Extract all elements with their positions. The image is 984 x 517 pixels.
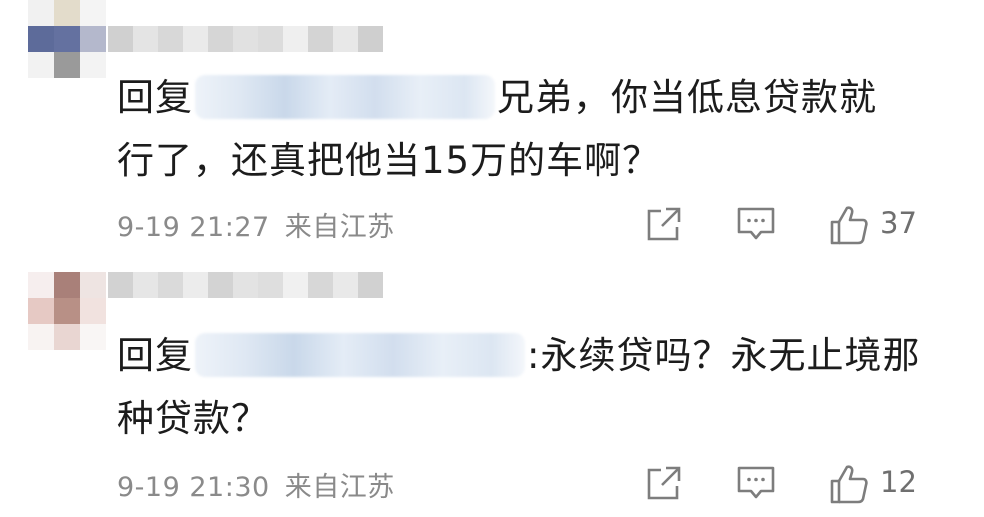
reply-prefix: 回复 — [117, 76, 193, 119]
username[interactable] — [108, 26, 383, 52]
avatar[interactable] — [28, 0, 106, 78]
username[interactable] — [108, 272, 383, 298]
timestamp: 9-19 21:27 — [117, 212, 270, 243]
comment-item: 回复 :永续贷吗？永无止境那 种贷款？ 9-19 21:30 来自江苏 12 — [0, 260, 984, 517]
mention-username[interactable] — [195, 332, 525, 377]
comment-item: 回复 兄弟，你当低息贷款就 行了，还真把他当15万的车啊？ 9-19 21:27 … — [0, 0, 984, 258]
share-icon[interactable] — [644, 204, 684, 244]
comment-meta: 9-19 21:27 来自江苏 — [117, 205, 395, 244]
share-icon[interactable] — [644, 463, 684, 503]
comment-text-line2: 种贷款？ — [117, 397, 269, 440]
comment-meta: 9-19 21:30 来自江苏 — [117, 465, 395, 504]
avatar[interactable] — [28, 272, 106, 350]
comment-icon[interactable] — [736, 463, 776, 503]
reply-prefix: 回复 — [117, 334, 193, 377]
location: 来自江苏 — [284, 212, 395, 243]
like-count: 12 — [880, 465, 917, 499]
comment-text-line1: 兄弟，你当低息贷款就 — [497, 76, 877, 119]
location: 来自江苏 — [284, 472, 395, 503]
comment-text: 回复 兄弟，你当低息贷款就 行了，还真把他当15万的车啊？ — [117, 66, 957, 192]
comment-text: 回复 :永续贷吗？永无止境那 种贷款？ — [117, 324, 957, 450]
action-bar: 12 — [644, 463, 984, 505]
comment-icon[interactable] — [736, 204, 776, 244]
like-count: 37 — [880, 206, 917, 240]
thumbs-up-icon[interactable] — [828, 204, 870, 246]
comment-text-line1: :永续贷吗？永无止境那 — [527, 334, 921, 377]
action-bar: 37 — [644, 204, 984, 246]
comment-text-line2: 行了，还真把他当15万的车啊？ — [117, 139, 661, 182]
mention-username[interactable] — [195, 74, 495, 119]
thumbs-up-icon[interactable] — [828, 463, 870, 505]
timestamp: 9-19 21:30 — [117, 472, 270, 503]
